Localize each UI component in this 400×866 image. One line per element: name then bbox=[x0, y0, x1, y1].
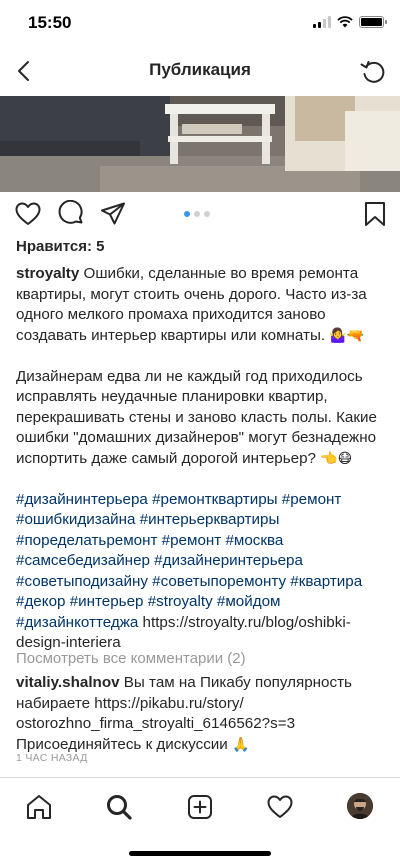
caption-emoji: 🤷‍♀️🔫 bbox=[329, 327, 365, 344]
profile-avatar[interactable] bbox=[347, 793, 373, 819]
status-bar: 15:50 bbox=[0, 0, 400, 46]
nav-bar: Публикация bbox=[0, 46, 400, 96]
add-post-icon[interactable] bbox=[186, 793, 214, 821]
caption-paragraph-3: #дизайнинтерьера #ремонтквартиры #ремонт… bbox=[16, 490, 388, 654]
signal-icon bbox=[313, 16, 331, 28]
carousel-dot-active bbox=[184, 211, 190, 217]
caption-paragraph-2: Дизайнерам едва ли не каждый год приходи… bbox=[16, 367, 388, 470]
post-photo-image bbox=[0, 96, 400, 192]
likes-count[interactable]: Нравится: 5 bbox=[16, 238, 105, 255]
home-indicator bbox=[129, 851, 271, 856]
carousel-dot bbox=[194, 211, 200, 217]
status-icons bbox=[313, 16, 387, 28]
wifi-icon bbox=[337, 16, 353, 28]
status-time: 15:50 bbox=[28, 13, 72, 32]
refresh-icon[interactable] bbox=[358, 56, 388, 86]
share-icon[interactable] bbox=[99, 200, 127, 228]
comment-emoji: 🙏 bbox=[231, 736, 250, 753]
bookmark-icon[interactable] bbox=[361, 200, 389, 228]
search-icon[interactable] bbox=[105, 793, 133, 821]
comment: vitaliy.shalnov Вы там на Пикабу популяр… bbox=[16, 673, 388, 755]
post-caption: stroyalty Ошибки, сделанные во время рем… bbox=[16, 264, 388, 674]
view-all-comments-link[interactable]: Посмотреть все комментарии (2) bbox=[16, 650, 246, 667]
carousel-dot bbox=[204, 211, 210, 217]
avatar-image bbox=[347, 793, 373, 819]
post-timestamp: 1 ЧАС НАЗАД bbox=[16, 752, 88, 764]
heart-icon[interactable] bbox=[14, 200, 42, 228]
comment-icon[interactable] bbox=[57, 200, 85, 228]
comment-username[interactable]: vitaliy.shalnov bbox=[16, 674, 120, 691]
caption-hashtags[interactable]: #дизайнинтерьера #ремонтквартиры #ремонт… bbox=[16, 491, 362, 631]
post-actions bbox=[0, 196, 400, 232]
post-photo[interactable] bbox=[0, 96, 400, 192]
battery-icon bbox=[359, 16, 387, 28]
caption-paragraph-1: stroyalty Ошибки, сделанные во время рем… bbox=[16, 264, 388, 346]
home-icon[interactable] bbox=[25, 793, 53, 821]
carousel-indicator bbox=[184, 211, 210, 217]
heart-icon[interactable] bbox=[266, 793, 294, 821]
page-title: Публикация bbox=[149, 60, 251, 79]
caption-emoji: 👈😷 bbox=[320, 450, 353, 467]
caption-username[interactable]: stroyalty bbox=[16, 265, 79, 282]
